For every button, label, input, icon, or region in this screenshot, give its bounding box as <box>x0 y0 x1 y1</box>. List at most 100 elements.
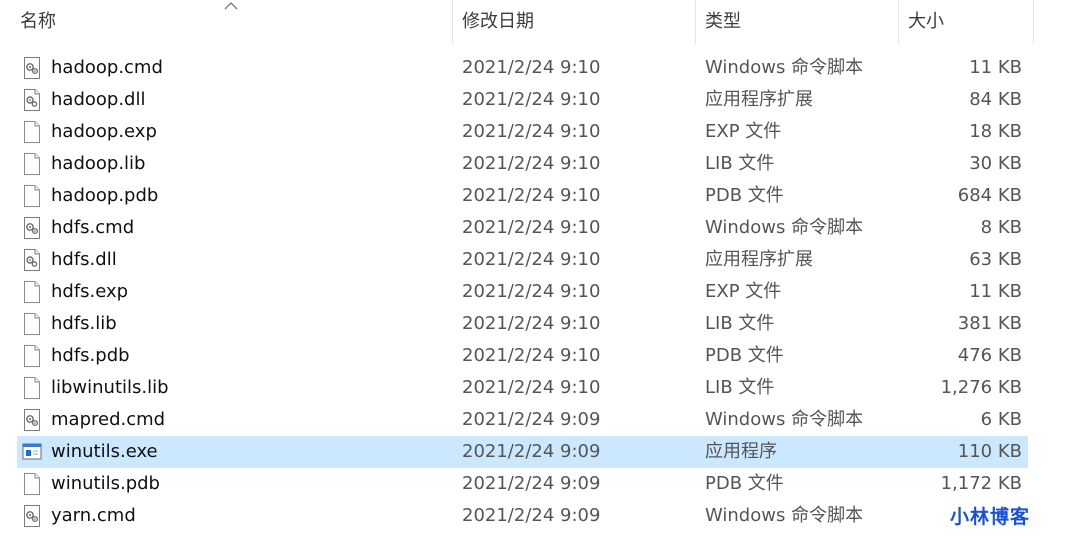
file-size: 11 KB <box>969 57 1022 78</box>
file-row[interactable]: hadoop.exp 2021/2/24 9:10 EXP 文件 18 KB <box>0 116 1068 148</box>
file-size: 30 KB <box>969 153 1022 174</box>
file-type: 应用程序扩展 <box>705 89 813 110</box>
blank-file-icon <box>22 185 42 207</box>
blank-file-icon <box>22 377 42 399</box>
file-size: 6 KB <box>980 409 1022 430</box>
file-type: LIB 文件 <box>705 313 775 334</box>
column-divider[interactable] <box>452 0 453 44</box>
script-file-icon <box>22 217 42 239</box>
blank-file-icon <box>22 153 42 175</box>
file-row[interactable]: winutils.exe 2021/2/24 9:09 应用程序 110 KB <box>0 436 1068 468</box>
file-size: 63 KB <box>969 249 1022 270</box>
watermark-logo: 小林博客 <box>950 506 1031 528</box>
file-date: 2021/2/24 9:10 <box>462 217 601 238</box>
file-size: 476 KB <box>957 345 1022 366</box>
blank-file-icon <box>22 345 42 367</box>
file-size: 381 KB <box>957 313 1022 334</box>
column-divider[interactable] <box>898 0 899 44</box>
file-row[interactable]: winutils.pdb 2021/2/24 9:09 PDB 文件 1,172 KB <box>0 468 1068 500</box>
file-date: 2021/2/24 9:10 <box>462 313 601 334</box>
file-row[interactable]: hadoop.pdb 2021/2/24 9:10 PDB 文件 684 KB <box>0 180 1068 212</box>
file-date: 2021/2/24 9:10 <box>462 281 601 302</box>
script-file-icon <box>22 57 42 79</box>
file-name: hadoop.lib <box>51 153 146 174</box>
blank-file-icon <box>22 313 42 335</box>
file-list: hadoop.cmd 2021/2/24 9:10 Windows 命令脚本 11 K… <box>0 52 1068 532</box>
file-type: Windows 命令脚本 <box>705 505 864 526</box>
dll-file-icon <box>22 249 42 271</box>
file-name: hdfs.exp <box>51 281 129 302</box>
file-row[interactable]: hadoop.lib 2021/2/24 9:10 LIB 文件 30 KB <box>0 148 1068 180</box>
file-type: LIB 文件 <box>705 153 775 174</box>
exe-file-icon <box>22 441 42 463</box>
file-name: hadoop.pdb <box>51 185 159 206</box>
column-divider[interactable] <box>1033 0 1034 44</box>
file-name: hdfs.cmd <box>51 217 135 238</box>
file-name: libwinutils.lib <box>51 377 169 398</box>
file-type: Windows 命令脚本 <box>705 409 864 430</box>
file-row[interactable]: hdfs.pdb 2021/2/24 9:10 PDB 文件 476 KB <box>0 340 1068 372</box>
blank-file-icon <box>22 281 42 303</box>
file-type: 应用程序 <box>705 441 777 462</box>
file-size: 11 KB <box>969 281 1022 302</box>
file-name: hdfs.dll <box>51 249 117 270</box>
file-date: 2021/2/24 9:09 <box>462 505 601 526</box>
file-type: PDB 文件 <box>705 473 784 494</box>
file-type: LIB 文件 <box>705 377 775 398</box>
file-row[interactable]: hdfs.lib 2021/2/24 9:10 LIB 文件 381 KB <box>0 308 1068 340</box>
file-size: 684 KB <box>957 185 1022 206</box>
file-type: EXP 文件 <box>705 121 782 142</box>
sort-ascending-icon <box>224 2 238 10</box>
file-name: hadoop.exp <box>51 121 157 142</box>
file-name: hadoop.cmd <box>51 57 163 78</box>
file-date: 2021/2/24 9:10 <box>462 185 601 206</box>
file-row[interactable]: hdfs.exp 2021/2/24 9:10 EXP 文件 11 KB <box>0 276 1068 308</box>
file-type: PDB 文件 <box>705 185 784 206</box>
file-size: 84 KB <box>969 89 1022 110</box>
dll-file-icon <box>22 89 42 111</box>
file-row[interactable]: libwinutils.lib 2021/2/24 9:10 LIB 文件 1,276… <box>0 372 1068 404</box>
file-date: 2021/2/24 9:10 <box>462 345 601 366</box>
file-name: hdfs.pdb <box>51 345 130 366</box>
file-row[interactable]: hdfs.dll 2021/2/24 9:10 应用程序扩展 63 KB <box>0 244 1068 276</box>
file-name: winutils.exe <box>51 441 158 462</box>
file-row[interactable]: hdfs.cmd 2021/2/24 9:10 Windows 命令脚本 8 KB <box>0 212 1068 244</box>
file-type: EXP 文件 <box>705 281 782 302</box>
file-size: 1,172 KB <box>940 473 1022 494</box>
column-header-size[interactable]: 大小 <box>902 0 1032 44</box>
script-file-icon <box>22 409 42 431</box>
file-type: 应用程序扩展 <box>705 249 813 270</box>
file-date: 2021/2/24 9:10 <box>462 153 601 174</box>
file-date: 2021/2/24 9:09 <box>462 409 601 430</box>
file-size: 8 KB <box>980 217 1022 238</box>
file-date: 2021/2/24 9:10 <box>462 89 601 110</box>
file-row[interactable]: yarn.cmd 2021/2/24 9:09 Windows 命令脚本 <box>0 500 1068 532</box>
file-type: Windows 命令脚本 <box>705 217 864 238</box>
file-type: Windows 命令脚本 <box>705 57 864 78</box>
blank-file-icon <box>22 473 42 495</box>
file-size: 110 KB <box>957 441 1022 462</box>
file-type: PDB 文件 <box>705 345 784 366</box>
file-size: 1,276 KB <box>940 377 1022 398</box>
file-date: 2021/2/24 9:10 <box>462 249 601 270</box>
file-date: 2021/2/24 9:10 <box>462 121 601 142</box>
file-name: mapred.cmd <box>51 409 166 430</box>
blank-file-icon <box>22 121 42 143</box>
file-size: 18 KB <box>969 121 1022 142</box>
file-name: hadoop.dll <box>51 89 146 110</box>
file-name: yarn.cmd <box>51 505 136 526</box>
column-header-bar: 名称 修改日期 类型 大小 <box>0 0 1068 44</box>
file-name: winutils.pdb <box>51 473 160 494</box>
file-name: hdfs.lib <box>51 313 117 334</box>
column-divider[interactable] <box>695 0 696 44</box>
script-file-icon <box>22 505 42 527</box>
file-row[interactable]: mapred.cmd 2021/2/24 9:09 Windows 命令脚本 6 KB <box>0 404 1068 436</box>
column-header-type[interactable]: 类型 <box>699 0 897 44</box>
column-header-date[interactable]: 修改日期 <box>456 0 694 44</box>
file-row[interactable]: hadoop.cmd 2021/2/24 9:10 Windows 命令脚本 11 K… <box>0 52 1068 84</box>
file-date: 2021/2/24 9:09 <box>462 441 601 462</box>
file-row[interactable]: hadoop.dll 2021/2/24 9:10 应用程序扩展 84 KB <box>0 84 1068 116</box>
file-date: 2021/2/24 9:10 <box>462 377 601 398</box>
file-date: 2021/2/24 9:10 <box>462 57 601 78</box>
file-date: 2021/2/24 9:09 <box>462 473 601 494</box>
